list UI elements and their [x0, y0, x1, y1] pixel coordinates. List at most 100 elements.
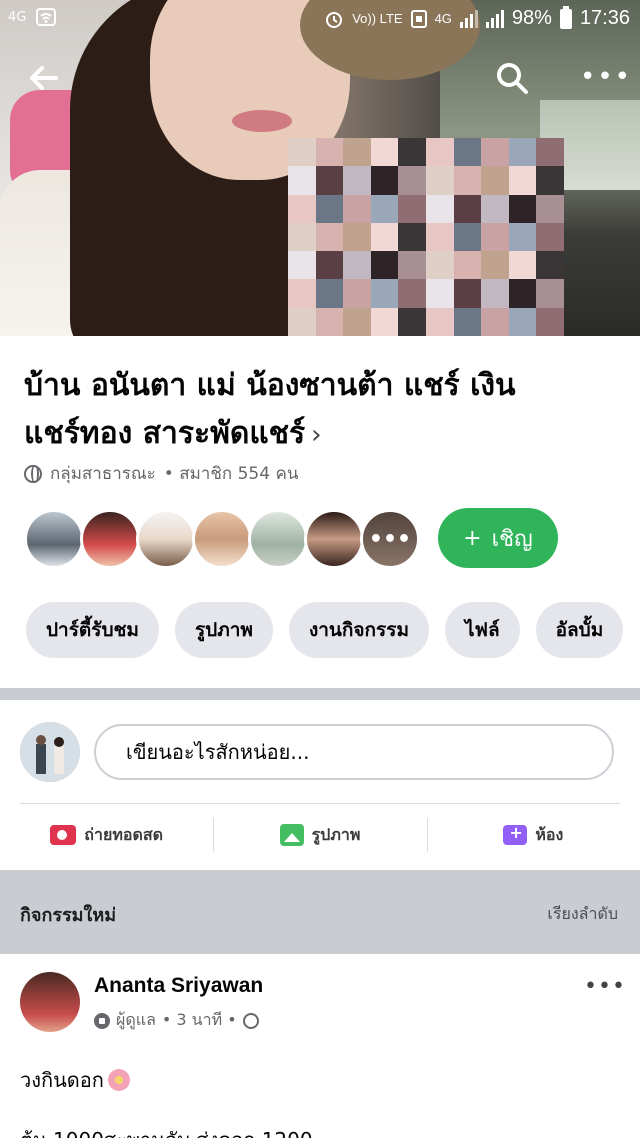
pixelated-face-censor	[288, 138, 564, 336]
group-title[interactable]: บ้าน อนันตา แม่ น้องซานต้า แชร์ เงิน แชร…	[24, 362, 624, 459]
member-avatar[interactable]	[248, 509, 308, 569]
member-avatar[interactable]	[24, 509, 84, 569]
mosaic-cell	[315, 279, 344, 308]
live-video-button[interactable]: ถ่ายทอดสด	[0, 806, 213, 864]
room-button[interactable]: ห้อง	[426, 806, 640, 864]
mosaic-cell	[481, 166, 509, 195]
photo-label: รูปภาพ	[311, 824, 361, 844]
composer-actions: ถ่ายทอดสด รูปภาพ ห้อง	[0, 806, 640, 864]
mosaic-cell	[508, 194, 537, 223]
post-time[interactable]: • 3 นาที •	[162, 1008, 237, 1033]
tab-watch-party[interactable]: ปาร์ตี้รับชม	[26, 602, 159, 658]
mosaic-cell	[343, 138, 371, 167]
mosaic-cell	[288, 194, 316, 223]
mosaic-cell	[536, 166, 564, 195]
mosaic-cell	[315, 194, 344, 223]
mosaic-cell	[370, 194, 399, 223]
mosaic-cell	[536, 222, 564, 252]
search-button[interactable]	[494, 60, 534, 100]
globe-icon	[242, 1012, 259, 1029]
mosaic-cell	[481, 194, 509, 223]
arrow-left-icon	[30, 66, 58, 90]
mosaic-cell	[398, 138, 426, 167]
more-horizontal-icon: •••	[580, 62, 633, 92]
write-post-input[interactable]: เขียนอะไรสักหน่อย...	[94, 724, 614, 780]
more-options-button[interactable]: •••	[580, 62, 630, 92]
mosaic-cell	[536, 138, 564, 167]
member-avatar[interactable]	[80, 509, 140, 569]
mosaic-cell	[453, 194, 482, 223]
tab-events[interactable]: งานกิจกรรม	[288, 602, 429, 658]
mosaic-cell	[315, 166, 344, 195]
tab-files[interactable]: ไฟล์	[444, 602, 520, 658]
post-text-content: วงกินดอก	[20, 1068, 104, 1092]
mosaic-cell	[426, 138, 454, 167]
status-bar: 4G Vo)) LTE 4G 98% 17:36	[0, 0, 640, 38]
group-member-count[interactable]: • สมาชิก 554 คน	[164, 460, 299, 487]
photo-icon	[279, 824, 304, 846]
live-video-icon	[50, 825, 77, 845]
mosaic-cell	[343, 307, 371, 336]
mosaic-cell	[315, 307, 344, 336]
network-type-icon: 4G	[434, 11, 452, 26]
member-avatar[interactable]	[304, 509, 364, 569]
mosaic-cell	[508, 279, 537, 308]
member-avatar[interactable]	[192, 509, 252, 569]
group-cover-photo[interactable]	[0, 0, 640, 336]
room-label: ห้อง	[535, 824, 564, 844]
mosaic-cell	[398, 279, 426, 308]
mosaic-cell	[508, 307, 537, 336]
mosaic-cell	[398, 222, 426, 252]
mosaic-cell	[343, 166, 371, 195]
invite-label: เชิญ	[491, 526, 533, 552]
composer-divider	[20, 803, 620, 804]
room-icon	[503, 823, 528, 845]
mosaic-cell	[426, 222, 454, 252]
mosaic-cell	[481, 251, 509, 280]
post-author-name[interactable]: Ananta Sriyawan	[94, 974, 263, 998]
member-avatar-more[interactable]: •••	[360, 509, 420, 569]
mosaic-cell	[288, 166, 316, 195]
volte-icon: Vo)) LTE	[352, 11, 403, 26]
mosaic-cell	[343, 222, 371, 252]
back-button[interactable]	[28, 62, 64, 98]
mosaic-cell	[370, 307, 399, 336]
mosaic-cell	[426, 166, 454, 195]
admin-badge-icon	[94, 1012, 110, 1029]
tab-photos[interactable]: รูปภาพ	[174, 602, 273, 658]
photo-button[interactable]: รูปภาพ	[213, 806, 426, 864]
mosaic-cell	[508, 166, 537, 195]
mosaic-cell	[536, 194, 564, 223]
sort-button[interactable]: เรียงลำดับ	[547, 902, 618, 927]
avatar-figures	[20, 722, 80, 782]
battery-percent: 98%	[511, 7, 552, 29]
battery-icon	[559, 5, 572, 29]
group-privacy[interactable]: กลุ่มสาธารณะ	[50, 460, 156, 487]
signal-2-icon	[485, 9, 504, 28]
invite-button[interactable]: + เชิญ	[438, 508, 558, 568]
post-author-role: ผู้ดูแล	[116, 1010, 156, 1029]
mosaic-cell	[343, 251, 371, 280]
mosaic-cell	[288, 222, 316, 252]
more-members-icon: •••	[363, 512, 417, 566]
mosaic-cell	[315, 251, 344, 280]
post-meta: ผู้ดูแล • 3 นาที •	[94, 1008, 259, 1033]
mosaic-cell	[453, 279, 482, 308]
member-avatar[interactable]	[136, 509, 196, 569]
mosaic-cell	[398, 194, 426, 223]
tab-albums[interactable]: อัลบั้ม	[535, 602, 624, 658]
mosaic-cell	[398, 251, 426, 280]
signal-1-icon	[459, 9, 478, 28]
mosaic-cell	[370, 279, 399, 308]
mosaic-cell	[508, 222, 537, 252]
mosaic-cell	[453, 166, 482, 195]
mosaic-cell	[481, 222, 509, 252]
mosaic-cell	[453, 307, 482, 336]
member-avatars[interactable]: •••	[24, 508, 420, 570]
post-author-avatar[interactable]	[20, 972, 80, 1032]
mosaic-cell	[288, 307, 316, 336]
mosaic-cell	[536, 307, 564, 336]
mosaic-cell	[453, 222, 482, 252]
post-more-button[interactable]: •••	[584, 974, 626, 999]
user-avatar[interactable]	[20, 722, 80, 782]
